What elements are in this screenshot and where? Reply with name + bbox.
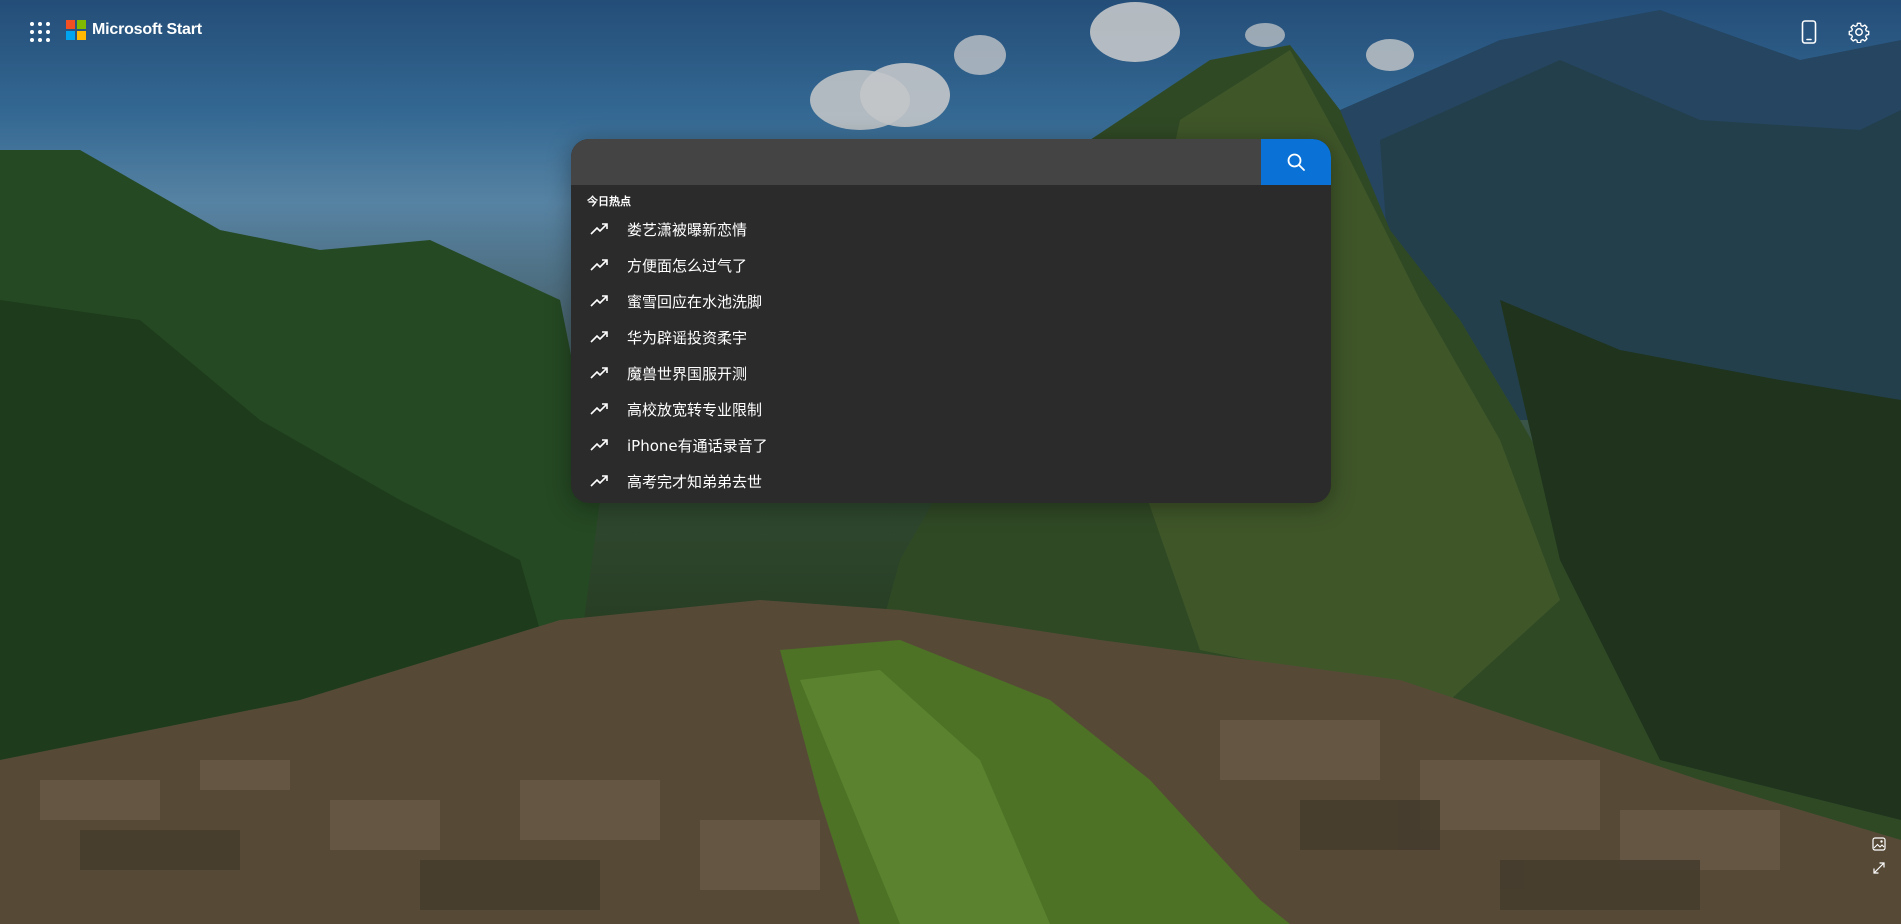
app-launcher-grid-icon bbox=[30, 22, 34, 26]
trending-item[interactable]: 高考完才知弟弟去世 bbox=[571, 463, 1331, 499]
mobile-app-button[interactable] bbox=[1795, 18, 1823, 46]
trending-up-arrow-icon bbox=[589, 326, 611, 348]
top-right-tools bbox=[1795, 18, 1873, 46]
grid-dot bbox=[38, 22, 42, 26]
trending-item-label: 蜜雪回应在水池洗脚 bbox=[627, 292, 763, 311]
trending-item[interactable]: 华为辟谣投资柔宇 bbox=[571, 319, 1331, 355]
trending-item-label: 魔兽世界国服开测 bbox=[627, 364, 748, 383]
logo-square-yellow bbox=[77, 31, 86, 40]
trending-item[interactable]: 蜜雪回应在水池洗脚 bbox=[571, 283, 1331, 319]
image-icon bbox=[1872, 837, 1886, 851]
grid-dot bbox=[38, 30, 42, 34]
trending-item-label: iPhone有通话录音了 bbox=[627, 436, 768, 455]
trending-item[interactable]: iPhone有通话录音了 bbox=[571, 427, 1331, 463]
fullscreen-button[interactable] bbox=[1871, 860, 1887, 876]
background-tools bbox=[1871, 836, 1887, 876]
app-launcher-button[interactable] bbox=[24, 18, 52, 46]
trending-item-label: 高考完才知弟弟去世 bbox=[627, 472, 763, 491]
trending-item-label: 娄艺潇被曝新恋情 bbox=[627, 220, 748, 239]
trending-item-label: 华为辟谣投资柔宇 bbox=[627, 328, 748, 347]
trending-up-arrow-icon bbox=[589, 290, 611, 312]
gear-icon bbox=[1848, 22, 1870, 43]
trending-up-arrow-icon bbox=[589, 362, 611, 384]
trending-item-label: 方便面怎么过气了 bbox=[627, 256, 748, 275]
logo-square-red bbox=[66, 20, 75, 29]
trending-up-arrow-icon bbox=[589, 470, 611, 492]
page-root: Microsoft Start 今日热点 娄艺潇被曝新恋情 方便面怎么过气了 蜜… bbox=[0, 0, 1901, 924]
search-row bbox=[571, 139, 1331, 185]
mobile-phone-icon bbox=[1801, 20, 1817, 44]
trending-item[interactable]: 方便面怎么过气了 bbox=[571, 247, 1331, 283]
trending-list: 娄艺潇被曝新恋情 方便面怎么过气了 蜜雪回应在水池洗脚 华为辟谣投资柔宇 魔兽世… bbox=[571, 211, 1331, 499]
settings-button[interactable] bbox=[1845, 18, 1873, 46]
search-icon bbox=[1287, 153, 1305, 171]
grid-dot bbox=[46, 30, 50, 34]
trending-up-arrow-icon bbox=[589, 398, 611, 420]
trending-item-label: 高校放宽转专业限制 bbox=[627, 400, 763, 419]
search-button[interactable] bbox=[1261, 139, 1331, 185]
trending-up-arrow-icon bbox=[589, 434, 611, 456]
grid-dot bbox=[30, 38, 34, 42]
image-info-button[interactable] bbox=[1871, 836, 1887, 852]
grid-dot bbox=[46, 38, 50, 42]
search-panel: 今日热点 娄艺潇被曝新恋情 方便面怎么过气了 蜜雪回应在水池洗脚 华为辟谣投资柔… bbox=[571, 139, 1331, 503]
trending-up-arrow-icon bbox=[589, 218, 611, 240]
trending-item[interactable]: 娄艺潇被曝新恋情 bbox=[571, 211, 1331, 247]
expand-arrows-icon bbox=[1873, 862, 1885, 874]
grid-dot bbox=[38, 38, 42, 42]
logo-square-green bbox=[77, 20, 86, 29]
brand-link[interactable]: Microsoft Start bbox=[66, 20, 202, 40]
grid-dot bbox=[46, 22, 50, 26]
trending-item[interactable]: 魔兽世界国服开测 bbox=[571, 355, 1331, 391]
search-input[interactable] bbox=[571, 139, 1261, 185]
top-bar: Microsoft Start bbox=[0, 0, 1901, 64]
trending-up-arrow-icon bbox=[589, 254, 611, 276]
trending-item[interactable]: 高校放宽转专业限制 bbox=[571, 391, 1331, 427]
microsoft-logo-icon bbox=[66, 20, 86, 40]
brand-name: Microsoft Start bbox=[92, 21, 202, 38]
trending-section-title: 今日热点 bbox=[587, 195, 631, 208]
grid-dot bbox=[30, 30, 34, 34]
logo-square-blue bbox=[66, 31, 75, 40]
